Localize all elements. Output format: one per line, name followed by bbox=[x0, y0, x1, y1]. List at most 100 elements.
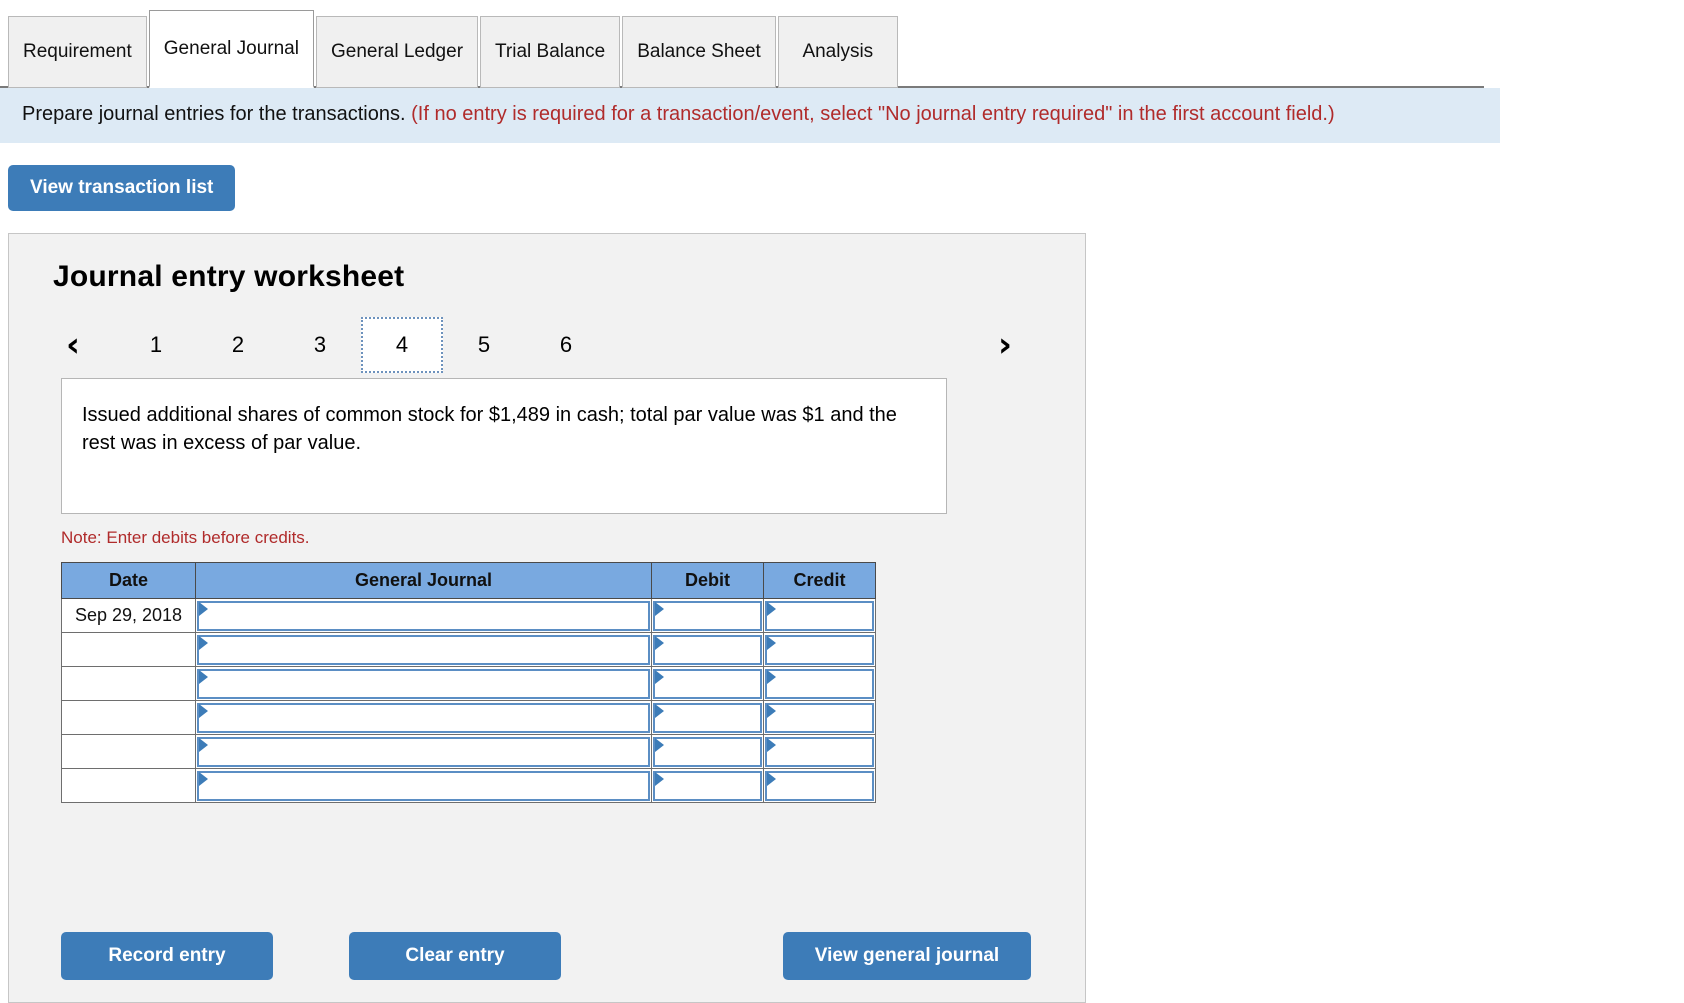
tab-bar: Requirement General Journal General Ledger… bbox=[0, 0, 1684, 88]
journal-credit-input[interactable] bbox=[765, 702, 874, 733]
journal-date-cell[interactable] bbox=[61, 768, 196, 803]
journal-credit-input[interactable] bbox=[765, 600, 874, 631]
pager-page-2[interactable]: 2 bbox=[197, 317, 279, 373]
table-row bbox=[61, 734, 876, 769]
journal-date-cell[interactable] bbox=[61, 700, 196, 735]
journal-debit-input-cell bbox=[651, 734, 764, 769]
tab-general-ledger[interactable]: General Ledger bbox=[315, 16, 479, 88]
pager-page-4[interactable]: 4 bbox=[361, 317, 443, 373]
worksheet-actions: Record entry Clear entry View general jo… bbox=[61, 932, 1051, 980]
dropdown-triangle-icon bbox=[199, 771, 208, 786]
record-entry-button[interactable]: Record entry bbox=[61, 932, 273, 980]
journal-account-input-cell bbox=[195, 598, 652, 633]
tab-label: Trial Balance bbox=[495, 41, 606, 63]
journal-debit-input-cell bbox=[651, 700, 764, 735]
pager-page-5[interactable]: 5 bbox=[443, 317, 525, 373]
journal-debit-input[interactable] bbox=[653, 702, 762, 733]
instruction-banner: Prepare journal entries for the transact… bbox=[0, 88, 1500, 143]
journal-date-cell[interactable] bbox=[61, 632, 196, 667]
dropdown-triangle-icon bbox=[655, 737, 664, 752]
journal-debit-input-cell bbox=[651, 632, 764, 667]
worksheet-title: Journal entry worksheet bbox=[53, 260, 405, 293]
view-transaction-list-button[interactable]: View transaction list bbox=[8, 165, 236, 211]
tab-label: Balance Sheet bbox=[637, 41, 761, 63]
journal-credit-input-cell bbox=[763, 598, 876, 633]
tab-trial-balance[interactable]: Trial Balance bbox=[480, 16, 621, 88]
journal-account-input[interactable] bbox=[197, 770, 650, 801]
view-general-journal-button[interactable]: View general journal bbox=[783, 932, 1031, 980]
table-row: Sep 29, 2018 bbox=[61, 598, 876, 633]
dropdown-triangle-icon bbox=[199, 635, 208, 650]
tab-balance-sheet[interactable]: Balance Sheet bbox=[622, 16, 776, 88]
column-header-general-journal: General Journal bbox=[195, 562, 652, 599]
journal-debit-input[interactable] bbox=[653, 770, 762, 801]
journal-account-input-cell bbox=[195, 632, 652, 667]
journal-entry-table: Date General Journal Debit Credit Sep 29, 2… bbox=[61, 562, 876, 803]
journal-account-input-cell bbox=[195, 700, 652, 735]
column-header-debit: Debit bbox=[651, 562, 764, 599]
journal-credit-input-cell bbox=[763, 768, 876, 803]
tab-analysis[interactable]: Analysis bbox=[777, 16, 898, 88]
tab-label: General Ledger bbox=[330, 41, 464, 63]
dropdown-triangle-icon bbox=[199, 669, 208, 684]
dropdown-triangle-icon bbox=[767, 601, 776, 616]
dropdown-triangle-icon bbox=[655, 601, 664, 616]
journal-date-cell[interactable] bbox=[61, 666, 196, 701]
tab-general-journal[interactable]: General Journal bbox=[148, 10, 314, 88]
dropdown-triangle-icon bbox=[655, 771, 664, 786]
debits-before-credits-note: Note: Enter debits before credits. bbox=[61, 528, 310, 547]
chevron-left-icon[interactable]: ‹ bbox=[53, 328, 93, 362]
table-row bbox=[61, 700, 876, 735]
journal-account-input-cell bbox=[195, 768, 652, 803]
journal-credit-input[interactable] bbox=[765, 770, 874, 801]
journal-account-input[interactable] bbox=[197, 634, 650, 665]
journal-credit-input[interactable] bbox=[765, 668, 874, 699]
journal-credit-input-cell bbox=[763, 700, 876, 735]
dropdown-triangle-icon bbox=[767, 703, 776, 718]
table-row bbox=[61, 632, 876, 667]
journal-account-input[interactable] bbox=[197, 736, 650, 767]
journal-debit-input[interactable] bbox=[653, 668, 762, 699]
dropdown-triangle-icon bbox=[655, 669, 664, 684]
pager-page-1[interactable]: 1 bbox=[115, 317, 197, 373]
journal-date-cell[interactable]: Sep 29, 2018 bbox=[61, 598, 196, 633]
table-row bbox=[61, 768, 876, 803]
journal-debit-input[interactable] bbox=[653, 736, 762, 767]
dropdown-triangle-icon bbox=[199, 601, 208, 616]
clear-entry-button[interactable]: Clear entry bbox=[349, 932, 561, 980]
journal-account-input[interactable] bbox=[197, 668, 650, 699]
dropdown-triangle-icon bbox=[655, 635, 664, 650]
journal-credit-input-cell bbox=[763, 734, 876, 769]
dropdown-triangle-icon bbox=[767, 771, 776, 786]
dropdown-triangle-icon bbox=[767, 635, 776, 650]
column-header-credit: Credit bbox=[763, 562, 876, 599]
chevron-right-icon[interactable]: › bbox=[985, 328, 1025, 362]
journal-date-cell[interactable] bbox=[61, 734, 196, 769]
journal-account-input-cell bbox=[195, 666, 652, 701]
journal-credit-input[interactable] bbox=[765, 736, 874, 767]
journal-debit-input[interactable] bbox=[653, 634, 762, 665]
dropdown-triangle-icon bbox=[655, 703, 664, 718]
journal-account-input[interactable] bbox=[197, 702, 650, 733]
journal-account-input[interactable] bbox=[197, 600, 650, 631]
column-header-date: Date bbox=[61, 562, 196, 599]
journal-credit-input[interactable] bbox=[765, 634, 874, 665]
instruction-lead: Prepare journal entries for the transact… bbox=[22, 103, 406, 125]
pager-page-3[interactable]: 3 bbox=[279, 317, 361, 373]
dropdown-triangle-icon bbox=[767, 669, 776, 684]
journal-debit-input[interactable] bbox=[653, 600, 762, 631]
worksheet-pager: ‹ 123456 › bbox=[53, 316, 1043, 374]
dropdown-triangle-icon bbox=[199, 703, 208, 718]
dropdown-triangle-icon bbox=[199, 737, 208, 752]
journal-credit-input-cell bbox=[763, 632, 876, 667]
transaction-description: Issued additional shares of common stock… bbox=[61, 378, 947, 514]
pager-page-6[interactable]: 6 bbox=[525, 317, 607, 373]
journal-debit-input-cell bbox=[651, 768, 764, 803]
journal-debit-input-cell bbox=[651, 598, 764, 633]
journal-credit-input-cell bbox=[763, 666, 876, 701]
tab-requirement[interactable]: Requirement bbox=[8, 16, 147, 88]
table-header-row: Date General Journal Debit Credit bbox=[61, 562, 876, 599]
tab-label: Analysis bbox=[802, 41, 874, 63]
tab-label: General Journal bbox=[163, 37, 299, 59]
instruction-hint: (If no entry is required for a transacti… bbox=[411, 103, 1335, 125]
